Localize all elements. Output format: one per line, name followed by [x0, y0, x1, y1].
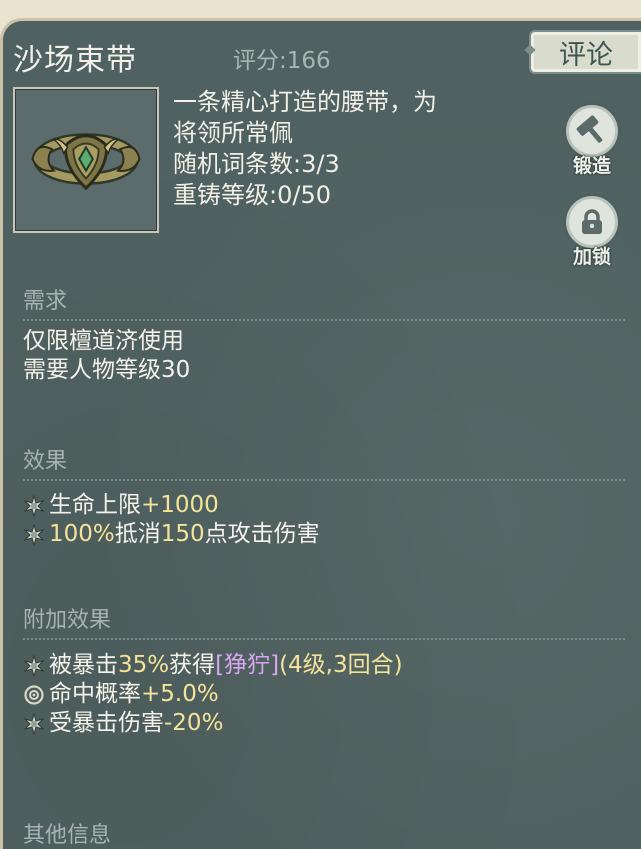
- effect-text: +5.0%: [141, 681, 219, 707]
- divider: [23, 479, 625, 481]
- target-icon: [23, 684, 45, 706]
- bonus-effects-list: 被暴击 35% 获得 [狰狞] (4级,3回合) 命中概率 +5.0% 受暴击伤害 -20%: [23, 651, 403, 738]
- item-description: 一条精心打造的腰带，为 将领所常佩 随机词条数:3/3 重铸等级:0/50: [173, 87, 533, 211]
- comment-button[interactable]: 评论: [529, 30, 641, 74]
- random-affix-count: 随机词条数:3/3: [173, 150, 340, 178]
- requirements-heading: 需求: [23, 289, 68, 314]
- effect-text: 35%: [118, 652, 170, 678]
- effect-row: 生命上限 +1000: [23, 491, 320, 520]
- requirements-list: 仅限檀道济使用 需要人物等级30: [23, 327, 190, 385]
- spark-icon: [23, 522, 45, 547]
- item-score: 评分:166: [233, 48, 331, 74]
- effect-row: 100% 抵消 150 点攻击伤害: [23, 520, 320, 549]
- divider: [23, 638, 625, 640]
- item-name: 沙场束带: [13, 43, 137, 78]
- spark-icon: [23, 493, 45, 518]
- comment-button-label: 评论: [559, 39, 613, 71]
- effect-text: 150: [160, 521, 205, 547]
- effect-row: 命中概率 +5.0%: [23, 680, 403, 709]
- lock-button-label: 加锁: [572, 246, 611, 268]
- item-icon-frame: [13, 87, 159, 233]
- description-line: 将领所常佩: [173, 119, 293, 147]
- effect-row: 被暴击 35% 获得 [狰狞] (4级,3回合): [23, 651, 403, 680]
- description-line: 一条精心打造的腰带，为: [173, 88, 437, 116]
- divider: [23, 319, 625, 321]
- spark-icon: [23, 653, 45, 678]
- effects-list: 生命上限 +1000 100% 抵消 150 点攻击伤害: [23, 491, 320, 549]
- lock-icon: [582, 209, 602, 234]
- effect-text: +1000: [141, 492, 219, 518]
- effect-text: 受暴击伤害: [49, 710, 164, 736]
- spark-icon: [23, 711, 45, 736]
- recast-level: 重铸等级:0/50: [173, 181, 331, 209]
- bonus-effects-heading: 附加效果: [23, 608, 112, 633]
- effects-heading: 效果: [23, 449, 68, 474]
- effect-text: (4级,3回合): [279, 652, 403, 678]
- item-tooltip-panel: 沙场束带 评分:166 评论 一条精心打造的腰带，为 将领所常佩 随机词条数:3…: [0, 18, 641, 849]
- effect-text: 获得: [169, 652, 216, 678]
- lock-button[interactable]: 加锁: [562, 196, 622, 269]
- other-info-heading: 其他信息: [23, 823, 112, 848]
- forge-button[interactable]: 锻造: [562, 105, 622, 178]
- requirement-line: 需要人物等级30: [23, 357, 191, 383]
- effect-text: [狰狞]: [215, 652, 280, 678]
- effect-text: 点攻击伤害: [204, 521, 320, 547]
- forge-button-label: 锻造: [572, 155, 611, 177]
- effect-text: 生命上限: [49, 492, 141, 518]
- effect-text: -20%: [164, 710, 224, 736]
- effect-text: 被暴击: [49, 652, 118, 678]
- hammer-icon: [576, 115, 603, 143]
- belt-icon: [31, 133, 141, 191]
- effect-text: 100%: [49, 521, 115, 547]
- requirement-line: 仅限檀道济使用: [23, 328, 184, 354]
- effect-text: 命中概率: [49, 681, 141, 707]
- effect-row: 受暴击伤害 -20%: [23, 709, 403, 738]
- effect-text: 抵消: [114, 521, 161, 547]
